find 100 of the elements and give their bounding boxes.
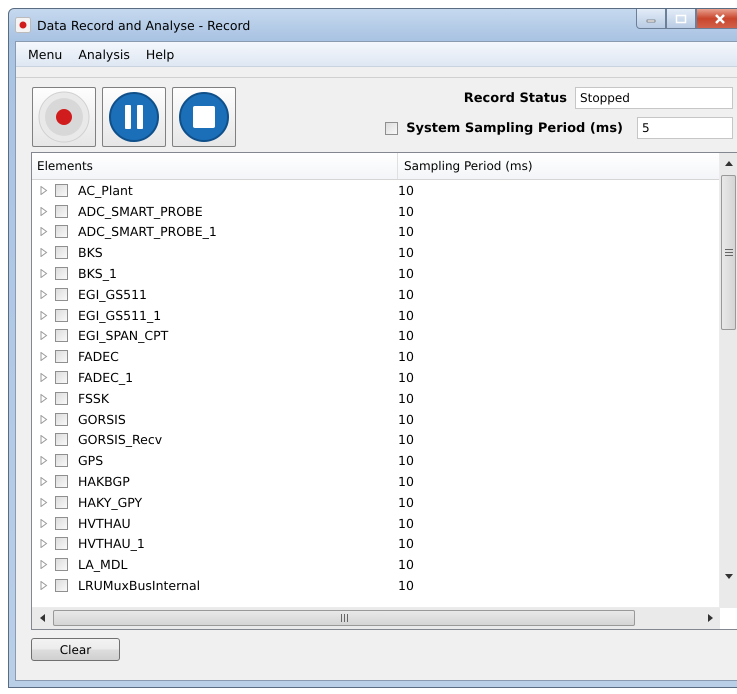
checkbox[interactable] <box>55 350 68 364</box>
sampling-period: 10 <box>398 412 414 427</box>
expand-icon[interactable] <box>40 310 48 320</box>
element-name: ADC_SMART_PROBE_1 <box>78 224 218 240</box>
checkbox[interactable] <box>55 412 68 426</box>
sampling-period: 10 <box>398 516 414 531</box>
record-status-label: Record Status <box>464 90 567 106</box>
sampling-period: 10 <box>398 578 414 594</box>
checkbox[interactable] <box>55 558 68 572</box>
element-name: GORSIS <box>78 412 127 427</box>
checkbox[interactable] <box>55 454 68 468</box>
close-button[interactable] <box>696 9 737 29</box>
element-name: AC_Plant <box>78 182 134 198</box>
expand-icon[interactable] <box>40 498 48 507</box>
checkbox[interactable] <box>55 475 68 488</box>
sampling-period: 10 <box>398 204 414 219</box>
expand-icon[interactable] <box>40 186 48 195</box>
sampling-period: 10 <box>398 474 414 490</box>
element-name: ADC_SMART_PROBE <box>78 204 204 219</box>
element-name: LRUMuxBusInternal <box>78 578 202 594</box>
column-header[interactable]: Elements <box>32 153 398 179</box>
menu-item[interactable]: Analysis <box>70 46 138 62</box>
sampling-period: 10 <box>398 494 414 510</box>
sampling-period: 10 <box>398 245 414 260</box>
element-name: EGI_GS511 <box>78 286 148 302</box>
checkbox[interactable] <box>55 225 68 238</box>
expand-icon[interactable] <box>40 581 48 590</box>
record-status-field[interactable]: Stopped <box>575 87 733 109</box>
element-name: EGI_SPAN_CPT <box>78 328 170 344</box>
pause-button[interactable] <box>102 87 166 147</box>
scroll-down-icon[interactable] <box>725 574 733 578</box>
sampling-period: 10 <box>398 328 414 344</box>
checkbox[interactable] <box>55 496 68 509</box>
checkbox[interactable] <box>55 184 68 197</box>
checkbox[interactable] <box>385 122 398 134</box>
expand-icon[interactable] <box>40 414 48 424</box>
vertical-scrollbar[interactable] <box>719 153 737 608</box>
element-name: HAKBGP <box>78 474 131 490</box>
expand-icon[interactable] <box>40 435 48 444</box>
sampling-period: 10 <box>398 286 414 302</box>
clear-button[interactable]: Clear <box>31 638 120 661</box>
checkbox[interactable] <box>55 288 68 301</box>
horizontal-scrollbar[interactable] <box>32 607 720 629</box>
element-name: FSSK <box>78 390 110 406</box>
checkbox[interactable] <box>55 516 68 530</box>
sampling-period: 10 <box>398 432 414 448</box>
grip-icon <box>724 249 732 256</box>
sampling-period: 10 <box>398 266 414 282</box>
expand-icon[interactable] <box>40 206 48 216</box>
checkbox[interactable] <box>55 204 68 218</box>
checkbox[interactable] <box>55 537 68 550</box>
sampling-period: 10 <box>398 308 414 323</box>
close-icon[interactable] <box>714 14 726 24</box>
expand-icon[interactable] <box>40 290 48 299</box>
checkbox[interactable] <box>55 579 68 592</box>
column-header[interactable]: Sampling Period (ms) <box>398 153 720 179</box>
menu-item[interactable]: Menu <box>20 46 70 62</box>
expand-icon[interactable] <box>40 373 48 382</box>
element-name: BKS <box>78 245 104 260</box>
element-name: LA_MDL <box>78 557 128 572</box>
element-name: HAKY_GPY <box>78 494 144 510</box>
element-name: BKS_1 <box>78 266 118 282</box>
sampling-period: 10 <box>398 536 414 552</box>
window-title: Data Record and Analyse - Record <box>37 18 250 32</box>
sampling-period: 10 <box>398 557 414 572</box>
checkbox[interactable] <box>55 371 68 384</box>
expand-icon[interactable] <box>40 518 48 528</box>
menu-item[interactable]: Help <box>138 46 182 62</box>
expand-icon[interactable] <box>40 227 48 236</box>
record-icon <box>15 17 31 33</box>
checkbox[interactable] <box>55 267 68 280</box>
scroll-left-icon[interactable] <box>40 614 44 622</box>
checkbox[interactable] <box>55 308 68 322</box>
checkbox[interactable] <box>55 433 68 446</box>
expand-icon[interactable] <box>40 477 48 486</box>
record-button[interactable] <box>32 87 96 147</box>
element-name: FADEC <box>78 349 120 364</box>
stop-button[interactable] <box>172 87 236 147</box>
checkbox[interactable] <box>55 392 68 405</box>
sampling-period: 10 <box>398 349 414 364</box>
scroll-right-icon[interactable] <box>708 614 712 622</box>
expand-icon[interactable] <box>40 539 48 548</box>
expand-icon[interactable] <box>40 269 48 278</box>
checkbox[interactable] <box>55 329 68 342</box>
minimize-button[interactable] <box>636 9 666 29</box>
expand-icon[interactable] <box>40 331 48 340</box>
checkbox[interactable] <box>55 246 68 260</box>
expand-icon[interactable] <box>40 560 48 570</box>
expand-icon[interactable] <box>40 248 48 258</box>
expand-icon[interactable] <box>40 394 48 403</box>
element-name: HVTHAU <box>78 516 132 531</box>
sampling-period: 10 <box>398 182 414 198</box>
maximize-button[interactable] <box>666 9 696 29</box>
expand-icon[interactable] <box>40 456 48 466</box>
expand-icon[interactable] <box>40 352 48 362</box>
sampling-period-field[interactable]: 5 <box>637 117 733 139</box>
scroll-up-icon[interactable] <box>725 160 733 166</box>
sampling-period: 10 <box>398 390 414 406</box>
grip-icon <box>340 614 348 622</box>
sampling-period: 10 <box>398 453 414 468</box>
